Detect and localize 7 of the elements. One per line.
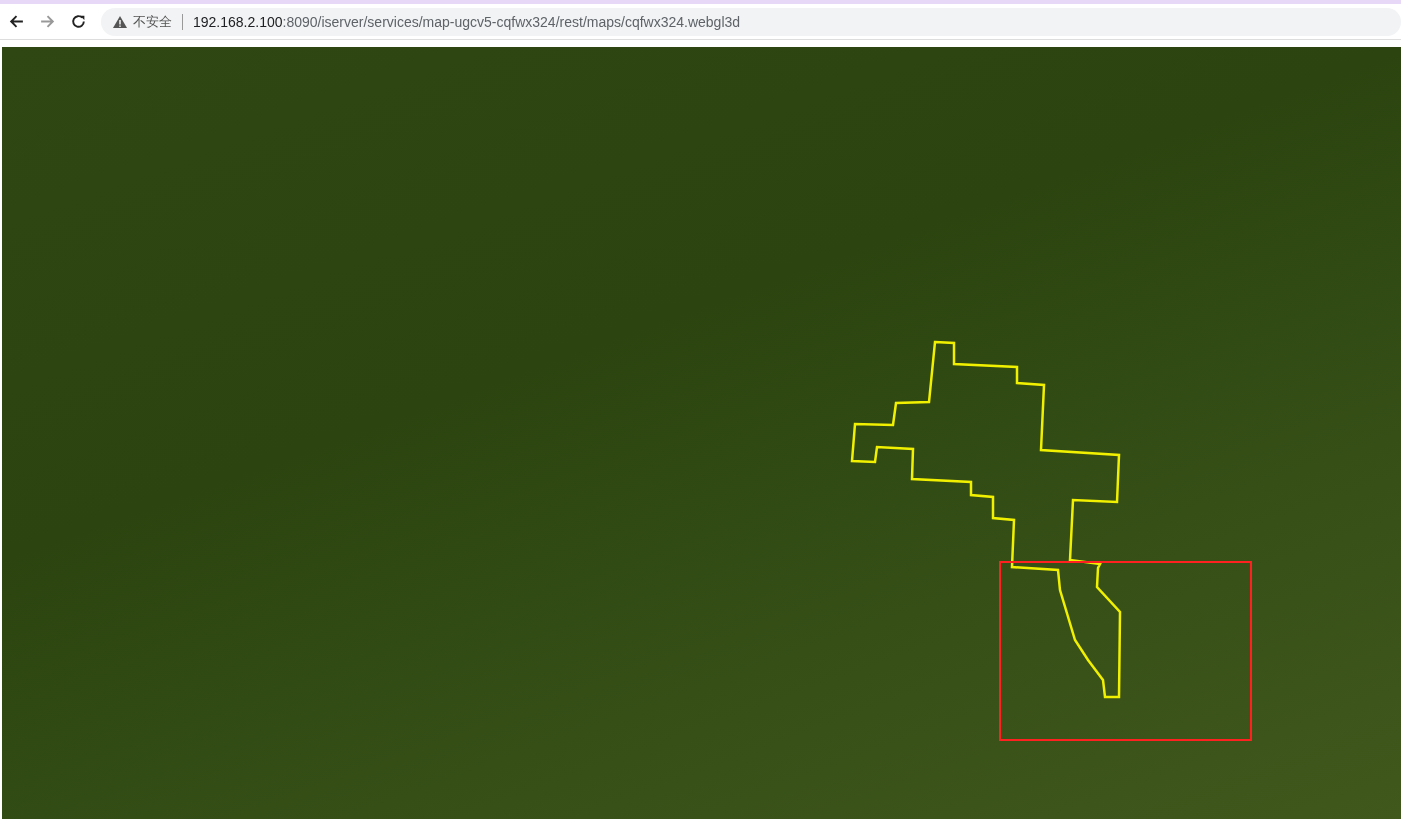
warning-icon[interactable]	[113, 15, 127, 28]
security-label: 不安全	[133, 12, 172, 31]
url-text: 192.168.2.100:8090/iserver/services/map-ugcv5-cqfwx324/rest/maps/cqfwx324.webgl3d	[193, 13, 741, 30]
forward-icon[interactable]	[39, 13, 56, 30]
address-bar[interactable]: 不安全 192.168.2.100:8090/iserver/services/map-ugcv5-cqfwx324/rest/maps/cqfwx324.webgl3d	[101, 7, 1401, 36]
reload-icon[interactable]	[70, 13, 87, 30]
back-icon[interactable]	[8, 13, 25, 30]
